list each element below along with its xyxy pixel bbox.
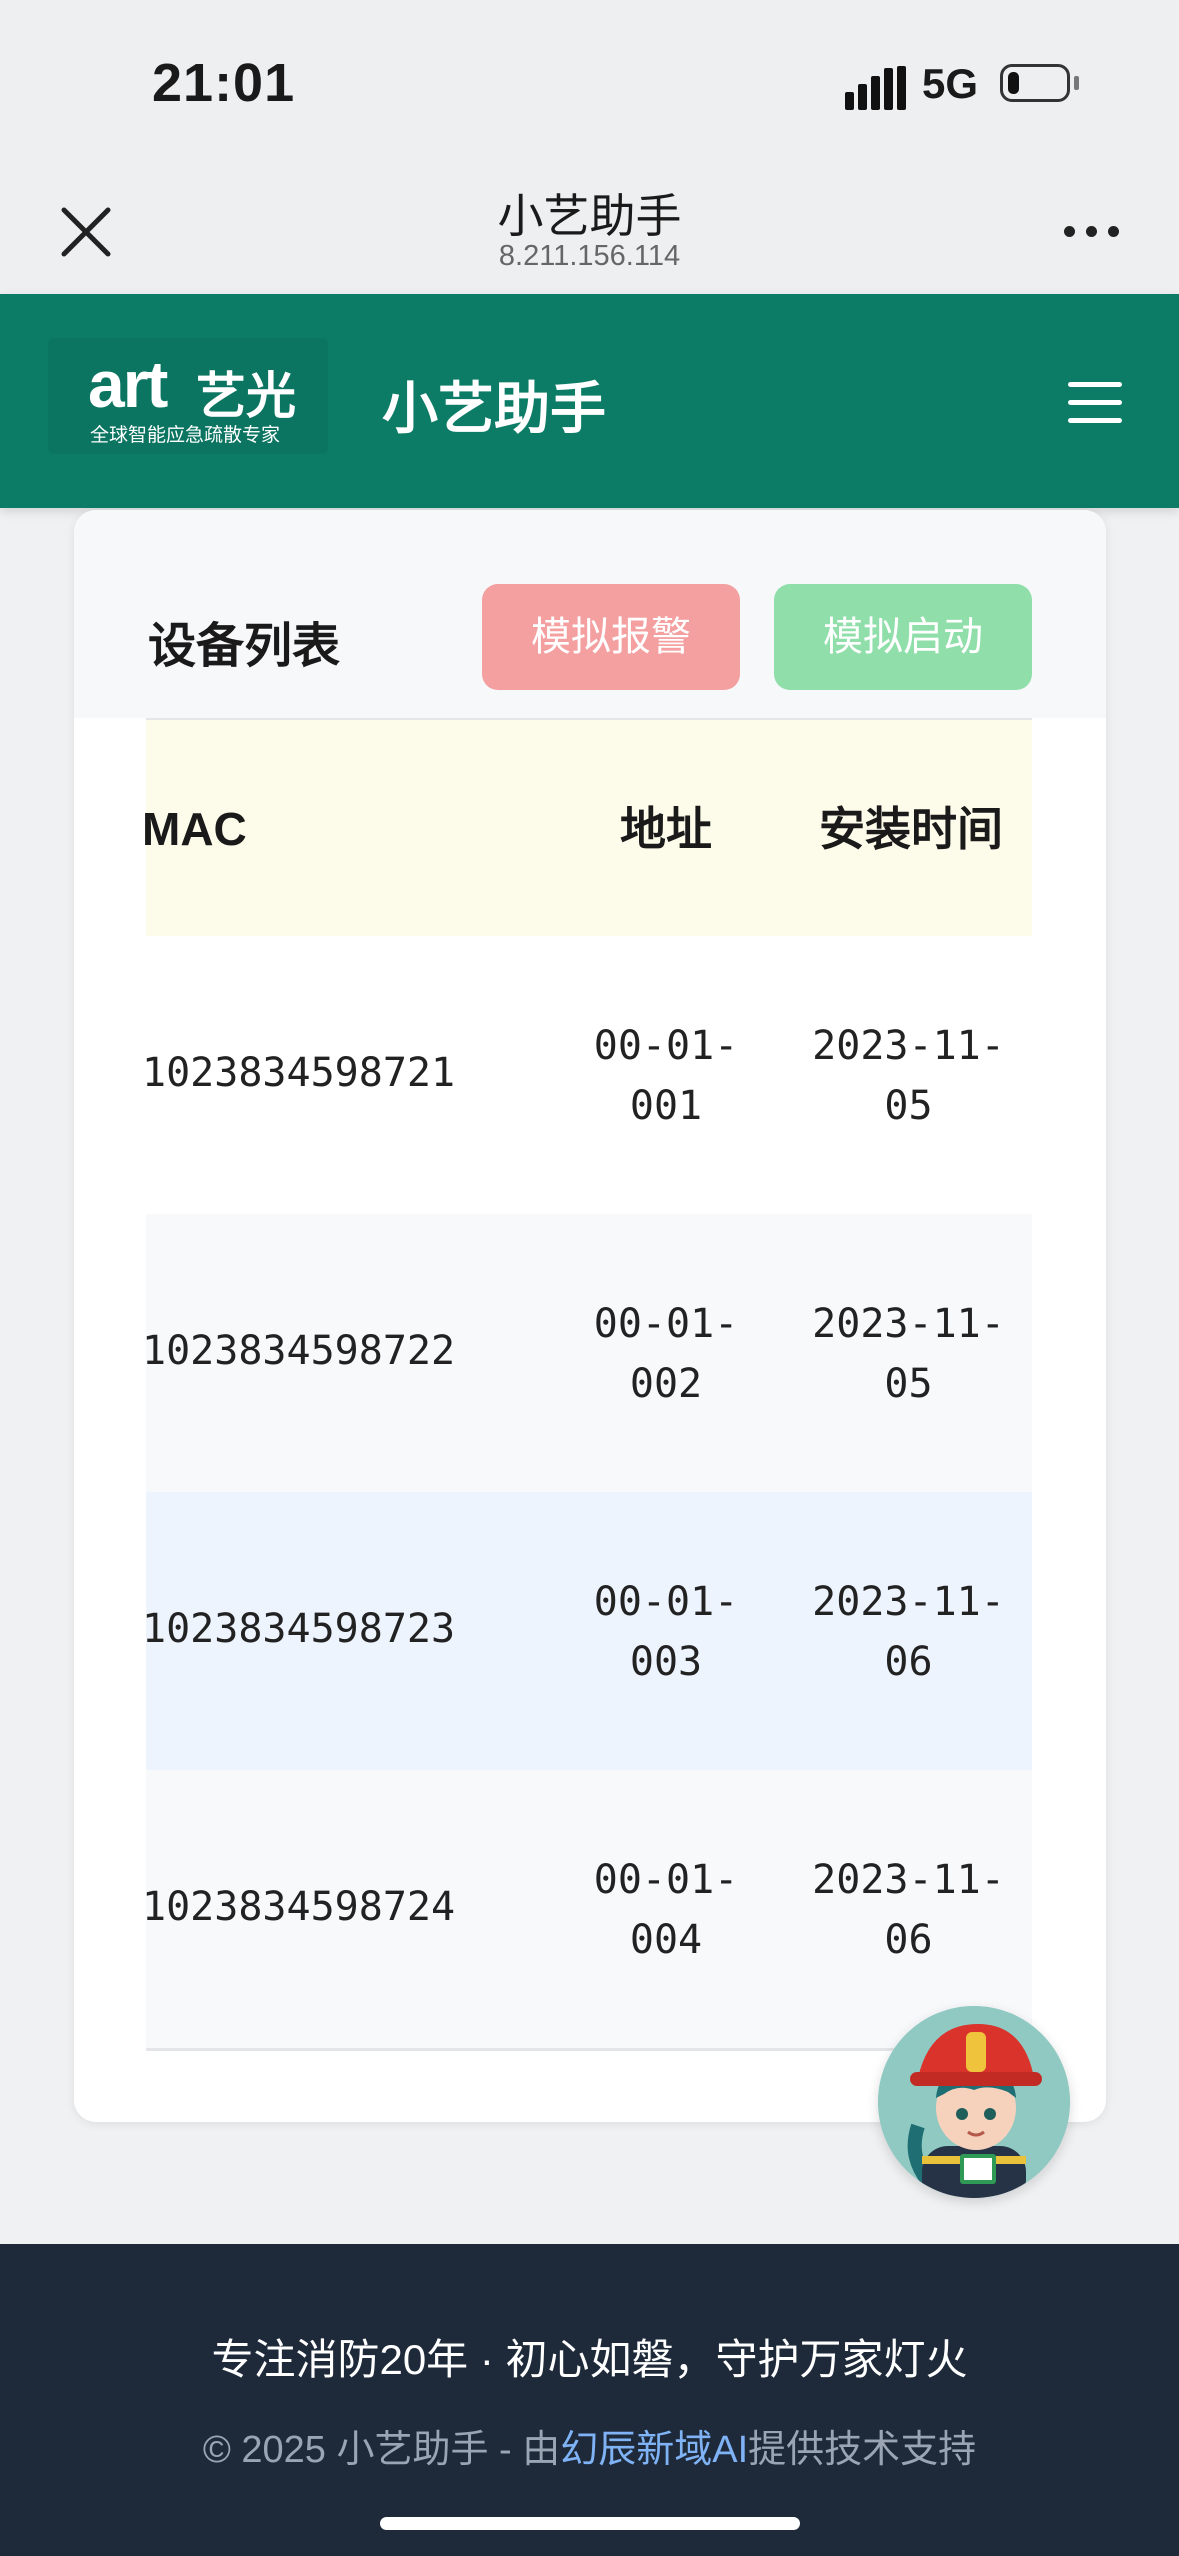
logo-tagline: 全球智能应急疏散专家 bbox=[90, 425, 281, 446]
cell-install-time: 2023-11- 06 bbox=[812, 1579, 1005, 1685]
browser-url: 8.211.156.114 bbox=[498, 240, 681, 272]
cell-install-time: 2023-11- 06 bbox=[812, 1857, 1005, 1963]
cell-install-time: 2023-11- 05 bbox=[812, 1023, 1005, 1129]
table-header: MAC 地址 安装时间 bbox=[142, 718, 1032, 938]
home-indicator[interactable] bbox=[380, 2517, 800, 2530]
column-header-install-time: 安装时间 bbox=[819, 803, 1003, 855]
cell-mac: 1023834598721 bbox=[142, 1050, 456, 1096]
column-header-mac: MAC bbox=[142, 803, 247, 855]
table-row[interactable]: 1023834598724 00-01- 004 2023-11- 06 bbox=[142, 1770, 1032, 2051]
battery-cap bbox=[1074, 76, 1079, 90]
cell-address: 00-01- 002 bbox=[593, 1301, 739, 1407]
brand-logo[interactable]: art 艺光 全球智能应急疏散专家 bbox=[48, 338, 328, 454]
simulate-alarm-button[interactable]: 模拟报警 bbox=[482, 584, 740, 690]
cell-address: 00-01- 004 bbox=[593, 1857, 739, 1963]
assistant-avatar-button[interactable] bbox=[878, 2006, 1070, 2198]
browser-nav-bar: 小艺助手 8.211.156.114 bbox=[0, 170, 1179, 294]
menu-icon[interactable] bbox=[1068, 382, 1122, 424]
cell-mac: 1023834598723 bbox=[142, 1606, 456, 1652]
device-list-card: 设备列表 模拟报警 模拟启动 MAC 地址 安装时间 1023834598721… bbox=[74, 510, 1106, 2122]
table-row[interactable]: 1023834598722 00-01- 002 2023-11- 05 bbox=[142, 1214, 1032, 1495]
signal-icon bbox=[845, 66, 906, 110]
app-header: art 艺光 全球智能应急疏散专家 小艺助手 bbox=[0, 294, 1179, 508]
tech-support-link[interactable]: 幻辰新域AI bbox=[560, 2429, 748, 2471]
firefighter-avatar-icon bbox=[878, 2006, 1070, 2198]
battery-icon bbox=[1000, 64, 1070, 102]
more-options-icon[interactable] bbox=[1064, 222, 1124, 242]
network-type: 5G bbox=[922, 60, 979, 107]
cell-address: 00-01- 003 bbox=[593, 1579, 739, 1685]
logo-cn-text: 艺光 bbox=[196, 368, 296, 424]
status-bar: 21:01 5G bbox=[0, 0, 1179, 170]
cell-install-time: 2023-11- 05 bbox=[812, 1301, 1005, 1407]
cell-mac: 1023834598724 bbox=[142, 1884, 456, 1930]
footer-slogan: 专注消防20年 · 初心如磐，守护万家灯火 bbox=[211, 2336, 968, 2383]
status-time: 21:01 bbox=[152, 53, 296, 113]
browser-title: 小艺助手 bbox=[497, 190, 682, 242]
table-row[interactable]: 1023834598723 00-01- 003 2023-11- 06 bbox=[142, 1492, 1032, 1773]
app-title: 小艺助手 bbox=[382, 377, 606, 440]
page-footer: 专注消防20年 · 初心如磐，守护万家灯火 © 2025 小艺助手 - 由幻辰新… bbox=[0, 2244, 1179, 2556]
card-header: 设备列表 模拟报警 模拟启动 bbox=[74, 510, 1106, 718]
column-header-address: 地址 bbox=[620, 803, 712, 855]
card-title: 设备列表 bbox=[148, 620, 341, 673]
cell-address: 00-01- 001 bbox=[593, 1023, 739, 1129]
simulate-start-button[interactable]: 模拟启动 bbox=[774, 584, 1032, 690]
table-row[interactable]: 1023834598721 00-01- 001 2023-11- 05 bbox=[142, 936, 1032, 1217]
logo-art-text: art bbox=[88, 347, 168, 421]
cell-mac: 1023834598722 bbox=[142, 1328, 456, 1374]
footer-copyright: © 2025 小艺助手 - 由幻辰新域AI提供技术支持 bbox=[202, 2429, 977, 2471]
